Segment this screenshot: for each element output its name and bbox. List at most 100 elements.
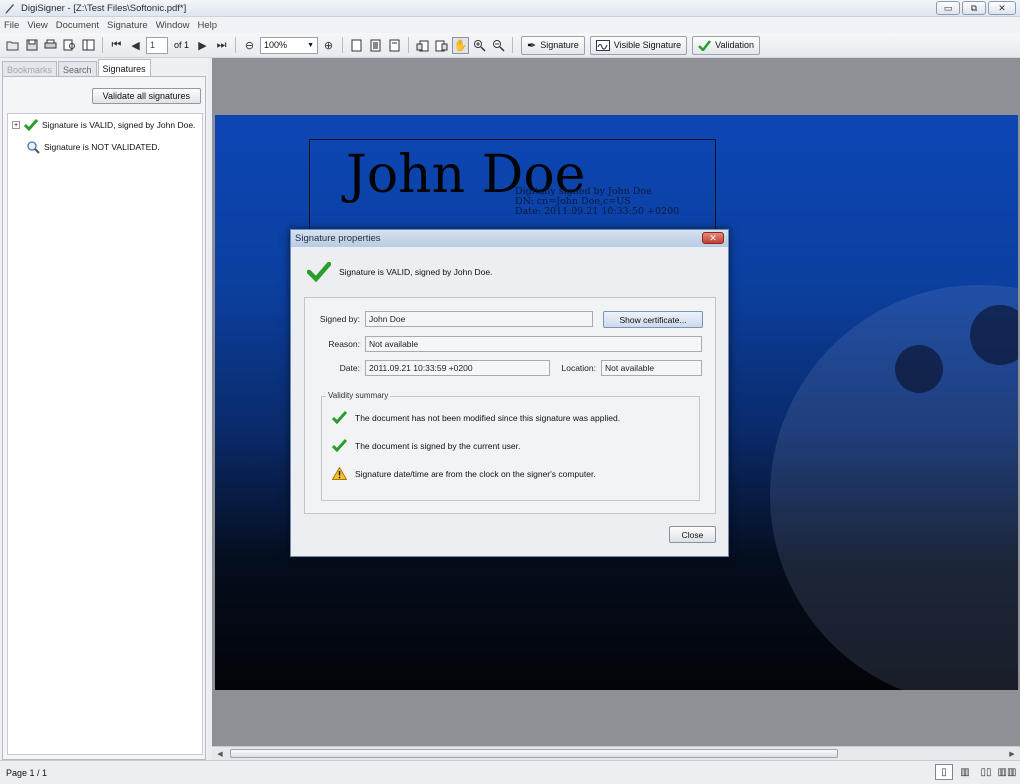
signature-tree-label: Signature is NOT VALIDATED.: [44, 142, 160, 152]
horizontal-scrollbar[interactable]: ◀ ▶: [212, 746, 1020, 760]
signature-details-group: Signed by: John Doe Show certificate... …: [304, 297, 716, 514]
close-window-button[interactable]: ✕: [988, 1, 1016, 15]
date-field[interactable]: 2011.09.21 10:33:59 +0200: [365, 360, 550, 376]
chevron-down-icon: ▼: [307, 41, 315, 49]
tab-bookmarks[interactable]: Bookmarks: [2, 61, 58, 77]
magnifier-icon: [27, 141, 40, 154]
tab-search[interactable]: Search: [58, 61, 97, 77]
next-page-icon[interactable]: ▶: [194, 37, 211, 54]
actual-size-icon[interactable]: [386, 37, 403, 54]
scrollbar-thumb[interactable]: [230, 749, 838, 758]
signature-properties-dialog: Signature properties ✕ Signature is VALI…: [290, 229, 729, 557]
reason-field[interactable]: Not available: [365, 336, 702, 352]
window-title: DigiSigner - [Z:\Test Files\Softonic.pdf…: [21, 2, 187, 14]
close-button[interactable]: Close: [669, 526, 716, 543]
title-bar: DigiSigner - [Z:\Test Files\Softonic.pdf…: [0, 0, 1020, 17]
signature-details: Digitally signed by John Doe DN: cn=John…: [515, 187, 679, 217]
fit-width-icon[interactable]: [367, 37, 384, 54]
first-page-icon[interactable]: ⏮: [108, 37, 125, 54]
validity-summary-title: Validity summary: [326, 391, 391, 400]
menu-help[interactable]: Help: [198, 20, 218, 31]
location-label: Location:: [561, 363, 597, 373]
fit-page-icon[interactable]: [348, 37, 365, 54]
left-panel: Bookmarks Search Signatures Validate all…: [0, 58, 208, 762]
location-field[interactable]: Not available: [601, 360, 702, 376]
dialog-status-text: Signature is VALID, signed by John Doe.: [339, 267, 493, 277]
show-certificate-button[interactable]: Show certificate...: [603, 311, 703, 328]
rotate-right-icon[interactable]: [433, 37, 450, 54]
menu-window[interactable]: Window: [156, 20, 190, 31]
signature-button-label: Signature: [540, 40, 579, 50]
warning-icon: [332, 467, 347, 480]
check-icon: [307, 262, 331, 282]
toolbar-separator: [512, 37, 514, 53]
menu-file[interactable]: File: [4, 20, 19, 31]
zoom-in-icon[interactable]: ⊕: [320, 37, 337, 54]
menu-view[interactable]: View: [27, 20, 47, 31]
panel-toggle-icon[interactable]: [80, 37, 97, 54]
expand-icon[interactable]: +: [12, 121, 20, 129]
signature-tree-item-not-validated[interactable]: Signature is NOT VALIDATED.: [8, 136, 202, 158]
last-page-icon[interactable]: ⏭: [213, 37, 230, 54]
pen-nib-icon: ✒: [527, 39, 537, 52]
rotate-left-icon[interactable]: [414, 37, 431, 54]
visible-signature-icon: [595, 39, 610, 51]
signature-button[interactable]: ✒ Signature: [521, 35, 585, 55]
tab-signatures[interactable]: Signatures: [97, 59, 151, 77]
toolbar-separator: [102, 37, 103, 53]
check-icon: [332, 411, 347, 424]
signatures-panel: Validate all signatures + Signature is V…: [2, 76, 206, 760]
page-decoration: [895, 345, 943, 393]
toolbar-separator: [408, 37, 410, 53]
reason-row: Reason: Not available: [309, 336, 702, 352]
date-row: Date: 2011.09.21 10:33:59 +0200 Location…: [309, 360, 702, 376]
zoom-out-icon[interactable]: ⊖: [241, 37, 258, 54]
validity-item-text: Signature date/time are from the clock o…: [355, 468, 596, 479]
visible-signature-button[interactable]: Visible Signature: [589, 35, 688, 55]
hand-tool-icon[interactable]: ✋: [452, 36, 470, 54]
toolbar: ⏮ ◀ 1 of 1 ▶ ⏭ ⊖ 100% ▼ ⊕ ✋ ✒ Signature …: [0, 33, 1020, 58]
validity-summary-group: Validity summary The document has not be…: [321, 391, 700, 501]
scroll-left-icon[interactable]: ◀: [214, 748, 226, 759]
save-icon[interactable]: [23, 37, 40, 54]
menu-document[interactable]: Document: [56, 20, 99, 31]
validation-label: Validation: [715, 40, 755, 50]
menu-signature[interactable]: Signature: [107, 20, 148, 31]
previous-page-icon[interactable]: ◀: [127, 37, 144, 54]
dialog-title: Signature properties: [295, 233, 381, 244]
validate-all-signatures-button[interactable]: Validate all signatures: [91, 88, 201, 104]
toolbar-separator: [235, 37, 237, 53]
single-page-view-icon[interactable]: ▯: [935, 764, 953, 780]
validity-item: Signature date/time are from the clock o…: [332, 467, 596, 480]
check-icon: [698, 39, 712, 51]
facing-view-icon[interactable]: ▯▯: [977, 764, 995, 780]
zoom-select[interactable]: 100% ▼: [260, 36, 319, 54]
check-icon: [24, 119, 38, 131]
print-preview-icon[interactable]: [61, 37, 78, 54]
status-bar: Page 1 / 1 ▯ ▥ ▯▯ ▥▥: [0, 760, 1020, 784]
signature-tree-item-valid[interactable]: + Signature is VALID, signed by John Doe…: [8, 114, 202, 136]
app-pen-icon: [5, 4, 14, 14]
zoom-out-tool-icon[interactable]: [490, 37, 507, 54]
visible-signature-label: Visible Signature: [613, 40, 682, 50]
scroll-right-icon[interactable]: ▶: [1006, 748, 1018, 759]
signed-by-row: Signed by: John Doe: [309, 311, 593, 327]
page-number-input[interactable]: 1: [146, 36, 168, 54]
validity-item: The document has not been modified since…: [332, 411, 620, 424]
dialog-titlebar: Signature properties ✕: [291, 230, 728, 247]
menu-bar: File View Document Signature Window Help: [0, 17, 1020, 33]
page-status: Page 1 / 1: [6, 768, 48, 778]
minimize-button[interactable]: ▭: [936, 1, 960, 15]
continuous-view-icon[interactable]: ▥: [956, 764, 974, 780]
dialog-close-icon[interactable]: ✕: [702, 232, 724, 244]
zoom-value: 100%: [264, 40, 288, 50]
zoom-in-tool-icon[interactable]: [471, 37, 488, 54]
validation-button[interactable]: Validation: [692, 35, 761, 55]
open-folder-icon[interactable]: [4, 37, 21, 54]
signature-tree-label: Signature is VALID, signed by John Doe.: [42, 120, 196, 130]
signed-by-field[interactable]: John Doe: [365, 311, 593, 327]
print-icon[interactable]: [42, 37, 59, 54]
continuous-facing-view-icon[interactable]: ▥▥: [998, 764, 1017, 780]
signature-detail-line: Date: 2011.09.21 10:33:50 +0200: [515, 206, 680, 217]
maximize-button[interactable]: ⧉: [962, 1, 986, 15]
